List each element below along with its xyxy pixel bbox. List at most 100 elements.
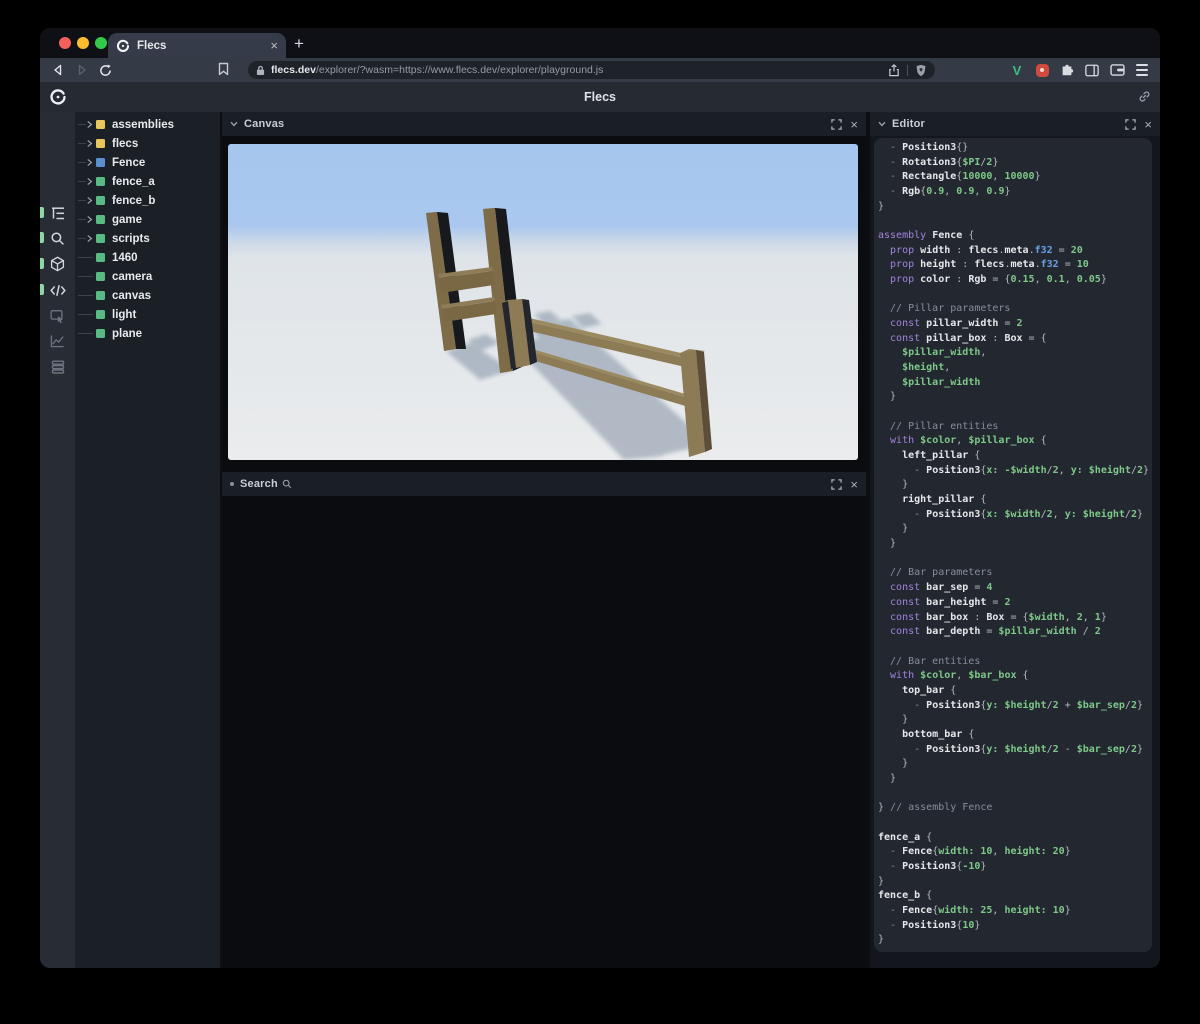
code-line[interactable]: $height, xyxy=(878,361,1152,376)
code-line[interactable] xyxy=(878,787,1152,802)
code-line[interactable]: - Rectangle{10000, 10000} xyxy=(878,170,1152,185)
forward-icon[interactable] xyxy=(74,63,89,78)
code-line[interactable]: prop height : flecs.meta.f32 = 10 xyxy=(878,258,1152,273)
code-line[interactable]: const bar_sep = 4 xyxy=(878,581,1152,596)
menu-icon[interactable] xyxy=(1134,62,1150,78)
code-line[interactable]: // Bar parameters xyxy=(878,566,1152,581)
canvas-panel-header[interactable]: Canvas × xyxy=(222,112,866,136)
code-line[interactable] xyxy=(878,405,1152,420)
code-line[interactable]: left_pillar { xyxy=(878,449,1152,464)
close-icon[interactable]: × xyxy=(850,118,858,131)
code-line[interactable] xyxy=(878,816,1152,831)
sidebar-toggle-icon[interactable] xyxy=(1084,62,1100,78)
code-line[interactable]: } xyxy=(878,757,1152,772)
url-bar[interactable]: flecs.dev/explorer/?wasm=https://www.fle… xyxy=(248,61,935,79)
fullscreen-icon[interactable] xyxy=(831,478,843,490)
code-line[interactable]: - Position3{x: -$width/2, y: $height/2} xyxy=(878,464,1152,479)
brave-shield-icon[interactable] xyxy=(915,64,927,77)
tree-item-fence_b[interactable]: fence_b xyxy=(75,191,220,210)
code-line[interactable]: fence_b { xyxy=(878,889,1152,904)
code-line[interactable]: } xyxy=(878,522,1152,537)
code-line[interactable]: } xyxy=(878,478,1152,493)
code-line[interactable]: // Pillar entities xyxy=(878,420,1152,435)
code-line[interactable]: - Position3{y: $height/2 + $bar_sep/2} xyxy=(878,699,1152,714)
code-line[interactable] xyxy=(878,640,1152,655)
code-line[interactable]: top_bar { xyxy=(878,684,1152,699)
search-panel-header[interactable]: Search × xyxy=(222,472,866,496)
code-line[interactable]: with $color, $pillar_box { xyxy=(878,434,1152,449)
zoom-window-button[interactable] xyxy=(95,37,107,49)
code-line[interactable]: } xyxy=(878,390,1152,405)
code-line[interactable]: } xyxy=(878,537,1152,552)
tree-item-flecs[interactable]: flecs xyxy=(75,134,220,153)
code-line[interactable] xyxy=(878,288,1152,303)
tree-item-fence_a[interactable]: fence_a xyxy=(75,172,220,191)
code-line[interactable] xyxy=(878,552,1152,567)
search-icon[interactable] xyxy=(40,226,75,250)
code-line[interactable]: - Fence{width: 25, height: 10} xyxy=(878,904,1152,919)
bookmark-icon[interactable] xyxy=(218,62,229,76)
statistics-icon[interactable] xyxy=(40,329,75,353)
close-window-button[interactable] xyxy=(59,37,71,49)
expand-chevron-icon[interactable] xyxy=(86,158,93,167)
canvas-3d-viewport[interactable] xyxy=(222,136,866,472)
code-line[interactable]: fence_a { xyxy=(878,831,1152,846)
code-editor-icon[interactable] xyxy=(40,278,75,302)
tree-item-game[interactable]: game xyxy=(75,210,220,229)
code-line[interactable]: } xyxy=(878,200,1152,215)
code-editor[interactable]: - Position3{} - Rotation3{$PI/2} - Recta… xyxy=(874,138,1152,952)
code-line[interactable]: // Pillar parameters xyxy=(878,302,1152,317)
code-line[interactable]: - Fence{width: 10, height: 20} xyxy=(878,845,1152,860)
browser-tab[interactable]: Flecs × xyxy=(108,33,286,58)
code-line[interactable]: } // assembly Fence xyxy=(878,801,1152,816)
code-line[interactable]: const pillar_width = 2 xyxy=(878,317,1152,332)
code-line[interactable]: assembly Fence { xyxy=(878,229,1152,244)
code-line[interactable]: - Position3{y: $height/2 - $bar_sep/2} xyxy=(878,743,1152,758)
expand-chevron-icon[interactable] xyxy=(86,120,93,129)
close-icon[interactable]: × xyxy=(1144,118,1152,131)
reload-icon[interactable] xyxy=(98,63,113,78)
code-line[interactable]: bottom_bar { xyxy=(878,728,1152,743)
extensions-puzzle-icon[interactable] xyxy=(1059,62,1075,78)
red-extension-icon[interactable] xyxy=(1034,62,1050,78)
code-line[interactable]: } xyxy=(878,713,1152,728)
code-line[interactable]: - Position3{-10} xyxy=(878,860,1152,875)
code-line[interactable]: prop color : Rgb = {0.15, 0.1, 0.05} xyxy=(878,273,1152,288)
code-line[interactable]: - Position3{10} xyxy=(878,919,1152,934)
close-icon[interactable]: × xyxy=(850,478,858,491)
chevron-down-icon[interactable] xyxy=(230,121,238,127)
code-line[interactable]: - Position3{} xyxy=(878,141,1152,156)
editor-panel-header[interactable]: Editor × xyxy=(870,112,1160,136)
code-line[interactable]: $pillar_width, xyxy=(878,346,1152,361)
code-line[interactable]: // Bar entities xyxy=(878,655,1152,670)
data-tables-icon[interactable] xyxy=(40,355,75,379)
tab-close-icon[interactable]: × xyxy=(270,39,278,52)
code-line[interactable]: - Rotation3{$PI/2} xyxy=(878,156,1152,171)
code-line[interactable]: const bar_box : Box = {$width, 2, 1} xyxy=(878,611,1152,626)
expand-chevron-icon[interactable] xyxy=(86,196,93,205)
expand-chevron-icon[interactable] xyxy=(86,139,93,148)
code-line[interactable]: - Position3{x: $width/2, y: $height/2} xyxy=(878,508,1152,523)
scene-3d-icon[interactable] xyxy=(40,252,75,276)
code-line[interactable]: } xyxy=(878,772,1152,787)
tree-item-assemblies[interactable]: assemblies xyxy=(75,115,220,134)
tree-item-scripts[interactable]: scripts xyxy=(75,229,220,248)
tree-item-plane[interactable]: plane xyxy=(75,324,220,343)
tree-item-light[interactable]: light xyxy=(75,305,220,324)
code-line[interactable]: $pillar_width xyxy=(878,376,1152,391)
tree-item-camera[interactable]: camera xyxy=(75,267,220,286)
code-line[interactable]: prop width : flecs.meta.f32 = 20 xyxy=(878,244,1152,259)
tree-item-canvas[interactable]: canvas xyxy=(75,286,220,305)
wallet-icon[interactable] xyxy=(1109,62,1125,78)
expand-chevron-icon[interactable] xyxy=(86,177,93,186)
code-line[interactable]: with $color, $bar_box { xyxy=(878,669,1152,684)
vue-devtools-icon[interactable]: V xyxy=(1009,62,1025,78)
code-line[interactable]: - Rgb{0.9, 0.9, 0.9} xyxy=(878,185,1152,200)
minimize-window-button[interactable] xyxy=(77,37,89,49)
code-line[interactable]: right_pillar { xyxy=(878,493,1152,508)
chevron-down-icon[interactable] xyxy=(878,121,886,127)
expand-chevron-icon[interactable] xyxy=(86,234,93,243)
code-line[interactable]: const pillar_box : Box = { xyxy=(878,332,1152,347)
entity-tree-icon[interactable] xyxy=(40,201,75,225)
code-line[interactable]: } xyxy=(878,933,1152,948)
